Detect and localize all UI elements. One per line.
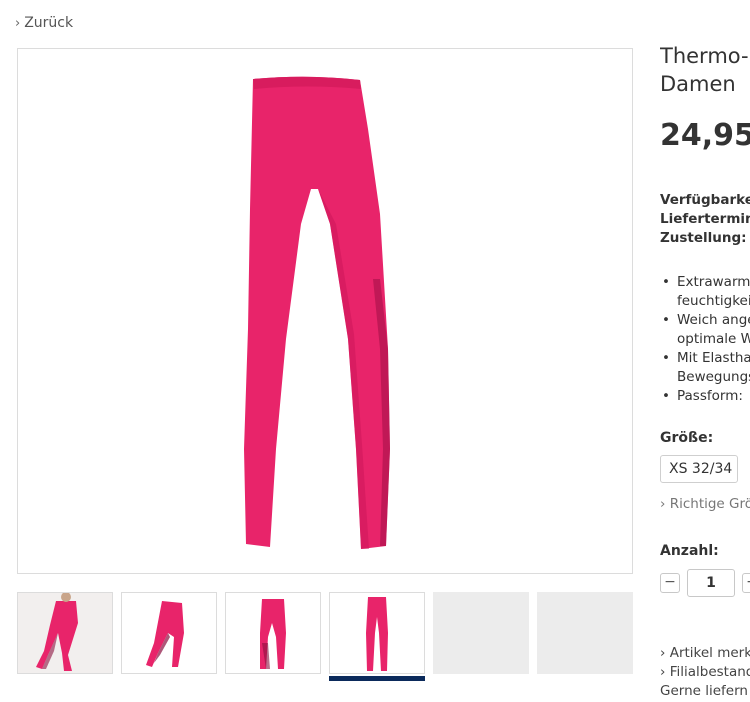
quantity-increase-button[interactable]: + bbox=[742, 573, 750, 593]
quantity-label: Anzahl: bbox=[660, 543, 719, 559]
feature-text: Weich ange bbox=[677, 312, 750, 328]
bullet-icon: • bbox=[662, 274, 670, 290]
leggings-image bbox=[244, 76, 390, 550]
feature-text: optimale W bbox=[677, 331, 750, 347]
feature-text: Bewegungs bbox=[677, 369, 750, 385]
availability-info: Verfügbarke Liefertermin Zustellung: bbox=[660, 191, 750, 248]
feature-item: • Passform: bbox=[660, 387, 750, 406]
shipping-label: Zustellung: bbox=[660, 230, 747, 246]
thumbnail-5-placeholder[interactable] bbox=[433, 592, 529, 674]
thumbnail-2[interactable] bbox=[121, 592, 217, 674]
chevron-right-icon: › bbox=[660, 645, 670, 661]
feature-item: • Weich ange optimale W bbox=[660, 311, 750, 349]
size-guide-label: Richtige Grö bbox=[669, 496, 750, 512]
product-details-panel: Thermo- Damen 24,95 Verfügbarke Lieferte… bbox=[660, 0, 750, 702]
feature-item: • Extrawarm feuchtigkei bbox=[660, 273, 750, 311]
thumbnail-4-selected[interactable] bbox=[329, 592, 425, 681]
back-label: Zurück bbox=[24, 15, 74, 31]
secondary-links: › Artikel merk › Filialbestand Gerne lie… bbox=[660, 644, 750, 701]
delivery-date-label: Liefertermin bbox=[660, 211, 750, 227]
feature-text: Passform: bbox=[677, 388, 743, 404]
chevron-right-icon: › bbox=[15, 15, 21, 31]
thumbnail-1[interactable] bbox=[17, 592, 113, 674]
chevron-right-icon: › bbox=[660, 664, 670, 680]
bullet-icon: • bbox=[662, 388, 670, 404]
bullet-icon: • bbox=[662, 312, 670, 328]
store-stock-label: Filialbestand bbox=[669, 664, 750, 680]
size-option-xs[interactable]: XS 32/34 bbox=[660, 455, 738, 483]
store-stock-link[interactable]: › Filialbestand bbox=[660, 663, 750, 682]
feature-text: Mit Elastha bbox=[677, 350, 750, 366]
quantity-input[interactable]: 1 bbox=[687, 569, 735, 597]
feature-text: feuchtigkei bbox=[677, 293, 750, 309]
wishlist-link[interactable]: › Artikel merk bbox=[660, 644, 750, 663]
feature-list: • Extrawarm feuchtigkei • Weich ange opt… bbox=[660, 273, 750, 406]
thumbnail-strip bbox=[17, 592, 633, 681]
delivery-note: Gerne liefern bbox=[660, 683, 748, 699]
feature-text: Extrawarm bbox=[677, 274, 750, 290]
size-label: Größe: bbox=[660, 430, 714, 446]
availability-label: Verfügbarke bbox=[660, 192, 750, 208]
thumbnail-3[interactable] bbox=[225, 592, 321, 674]
wishlist-label: Artikel merk bbox=[669, 645, 750, 661]
size-guide-link[interactable]: › Richtige Grö bbox=[660, 496, 750, 512]
thumbnail-6-placeholder[interactable] bbox=[537, 592, 633, 674]
back-link[interactable]: › Zurück bbox=[15, 15, 73, 31]
bullet-icon: • bbox=[662, 350, 670, 366]
product-title: Thermo- Damen bbox=[660, 42, 749, 98]
quantity-decrease-button[interactable]: − bbox=[660, 573, 680, 593]
chevron-right-icon: › bbox=[660, 496, 670, 512]
main-product-image[interactable] bbox=[17, 48, 633, 574]
product-price: 24,95 bbox=[660, 118, 750, 153]
title-line-1: Thermo- bbox=[660, 44, 749, 68]
feature-item: • Mit Elastha Bewegungs bbox=[660, 349, 750, 387]
title-line-2: Damen bbox=[660, 72, 736, 96]
